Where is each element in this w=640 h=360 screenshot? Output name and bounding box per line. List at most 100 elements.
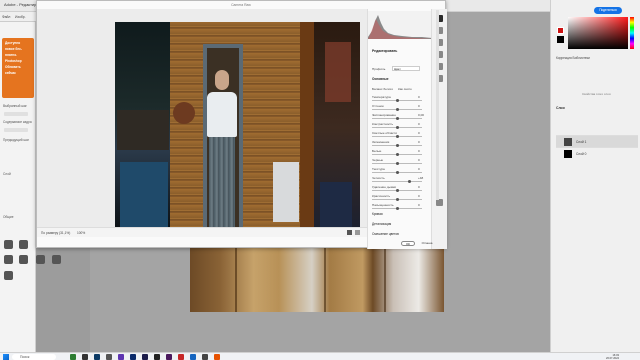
- taskbar-app-icon[interactable]: [202, 354, 208, 360]
- taskbar-app-icon[interactable]: [214, 354, 220, 360]
- slider-value[interactable]: 0: [418, 167, 420, 171]
- taskbar-app-icon[interactable]: [106, 354, 112, 360]
- left-row[interactable]: Общие: [3, 215, 13, 219]
- slider-track[interactable]: [372, 135, 422, 138]
- menu-file[interactable]: Файл: [2, 15, 10, 19]
- tool-icon[interactable]: [52, 255, 61, 264]
- slider-label: Красочность: [372, 194, 391, 198]
- slider-track[interactable]: [372, 180, 422, 183]
- taskbar-search[interactable]: Поиск: [12, 354, 56, 360]
- slider-thumb[interactable]: [407, 180, 411, 183]
- compare-icon[interactable]: [347, 230, 352, 235]
- left-chip[interactable]: [4, 128, 28, 132]
- share-button[interactable]: Поделиться: [594, 7, 622, 14]
- preview-toggle-icon[interactable]: [355, 230, 360, 235]
- section-detail[interactable]: Детализация: [372, 222, 391, 226]
- slider-thumb[interactable]: [395, 99, 399, 102]
- slider-thumb[interactable]: [395, 108, 399, 111]
- slider-thumb[interactable]: [395, 207, 399, 210]
- tool-icon[interactable]: [4, 240, 13, 249]
- start-button-icon[interactable]: [3, 354, 9, 360]
- taskbar-app-icon[interactable]: [82, 354, 88, 360]
- section-basic[interactable]: Основные: [372, 77, 389, 81]
- tool-icon[interactable]: [19, 255, 28, 264]
- left-chip[interactable]: [4, 112, 28, 116]
- slider-thumb[interactable]: [395, 171, 399, 174]
- taskbar-app-icon[interactable]: [70, 354, 76, 360]
- background-color-swatch[interactable]: [557, 36, 564, 43]
- slider-track[interactable]: [372, 171, 422, 174]
- tool-icon[interactable]: [4, 255, 13, 264]
- slider-thumb[interactable]: [395, 126, 399, 129]
- slider-track[interactable]: [372, 117, 422, 120]
- slider-value[interactable]: 0: [418, 149, 420, 153]
- preview-photo[interactable]: [115, 22, 360, 234]
- slider-value[interactable]: +48: [418, 176, 423, 180]
- slider-value[interactable]: 0: [418, 95, 420, 99]
- left-row[interactable]: Выбранный шаг: [3, 104, 27, 108]
- section-curve[interactable]: Кривая: [372, 212, 383, 216]
- zoom-dropdown[interactable]: По размеру (31,1%): [41, 231, 70, 235]
- document-image[interactable]: [190, 248, 444, 312]
- slider-value[interactable]: 0: [418, 194, 420, 198]
- white-balance-select[interactable]: Как снято: [398, 87, 412, 91]
- slider-value[interactable]: 0: [418, 131, 420, 135]
- slider-thumb[interactable]: [395, 189, 399, 192]
- section-color-mixer[interactable]: Смешение цветов: [372, 232, 399, 236]
- taskbar-app-icon[interactable]: [190, 354, 196, 360]
- taskbar-clock[interactable]: 16:03 26.07.2024: [606, 354, 619, 360]
- profile-select[interactable]: Цвет: [392, 66, 420, 71]
- slider-value[interactable]: 0: [418, 185, 420, 189]
- slider-thumb[interactable]: [395, 153, 399, 156]
- taskbar-app-icon[interactable]: [178, 354, 184, 360]
- slider-track[interactable]: [372, 126, 422, 129]
- left-row[interactable]: Слой: [3, 172, 11, 176]
- hue-slider[interactable]: [630, 17, 634, 49]
- slider-thumb[interactable]: [395, 135, 399, 138]
- slider-track[interactable]: [372, 198, 422, 201]
- ok-button[interactable]: ОК: [401, 241, 415, 246]
- slider-track[interactable]: [372, 108, 422, 111]
- taskbar-app-icon[interactable]: [166, 354, 172, 360]
- tool-icon[interactable]: [4, 271, 13, 280]
- slider-track[interactable]: [372, 99, 422, 102]
- slider-track[interactable]: [372, 207, 422, 210]
- tool-icon[interactable]: [36, 255, 45, 264]
- left-row[interactable]: Предыдущий шаг: [3, 138, 29, 142]
- tab-layers[interactable]: Слои: [556, 106, 565, 110]
- color-picker-field[interactable]: [568, 17, 628, 49]
- layer-row[interactable]: Слой 0: [556, 147, 638, 159]
- slider-value[interactable]: 0,00: [418, 113, 424, 117]
- cancel-button[interactable]: Отмена: [418, 241, 436, 246]
- tool-icon[interactable]: [19, 240, 28, 249]
- preview-stage[interactable]: [37, 9, 367, 234]
- slider-value[interactable]: 0: [418, 140, 420, 144]
- adjustments-tabs[interactable]: Коррекция Библиотеки: [556, 56, 590, 60]
- slider-value[interactable]: 0: [418, 203, 420, 207]
- taskbar-app-icon[interactable]: [130, 354, 136, 360]
- slider-thumb[interactable]: [395, 117, 399, 120]
- camera-raw-dialog: Camera Raw По размеру (31,1%) 100% Редак…: [36, 0, 447, 249]
- slider-thumb[interactable]: [395, 198, 399, 201]
- layer-row[interactable]: Слой 1: [556, 135, 638, 147]
- slider-thumb[interactable]: [395, 144, 399, 147]
- settings-gear-icon[interactable]: [436, 199, 443, 206]
- taskbar-app-icon[interactable]: [142, 354, 148, 360]
- slider-value[interactable]: 0: [418, 158, 420, 162]
- foreground-color-swatch[interactable]: [557, 27, 564, 34]
- left-row[interactable]: Содержимое кадра: [3, 120, 32, 124]
- taskbar-app-icon[interactable]: [94, 354, 100, 360]
- vertical-scrollbar[interactable]: [436, 10, 439, 200]
- update-promo-card[interactable]: Доступно новое бес- платно. Photoshop Об…: [2, 38, 34, 98]
- taskbar-app-icon[interactable]: [154, 354, 160, 360]
- slider-value[interactable]: 0: [418, 104, 420, 108]
- slider-track[interactable]: [372, 153, 422, 156]
- slider-track[interactable]: [372, 144, 422, 147]
- slider-track[interactable]: [372, 162, 422, 165]
- menu-image[interactable]: Изобр.: [15, 15, 26, 19]
- zoom-100-button[interactable]: 100%: [77, 231, 85, 235]
- slider-thumb[interactable]: [395, 162, 399, 165]
- taskbar-app-icon[interactable]: [118, 354, 124, 360]
- slider-track[interactable]: [372, 189, 422, 192]
- slider-value[interactable]: 0: [418, 122, 420, 126]
